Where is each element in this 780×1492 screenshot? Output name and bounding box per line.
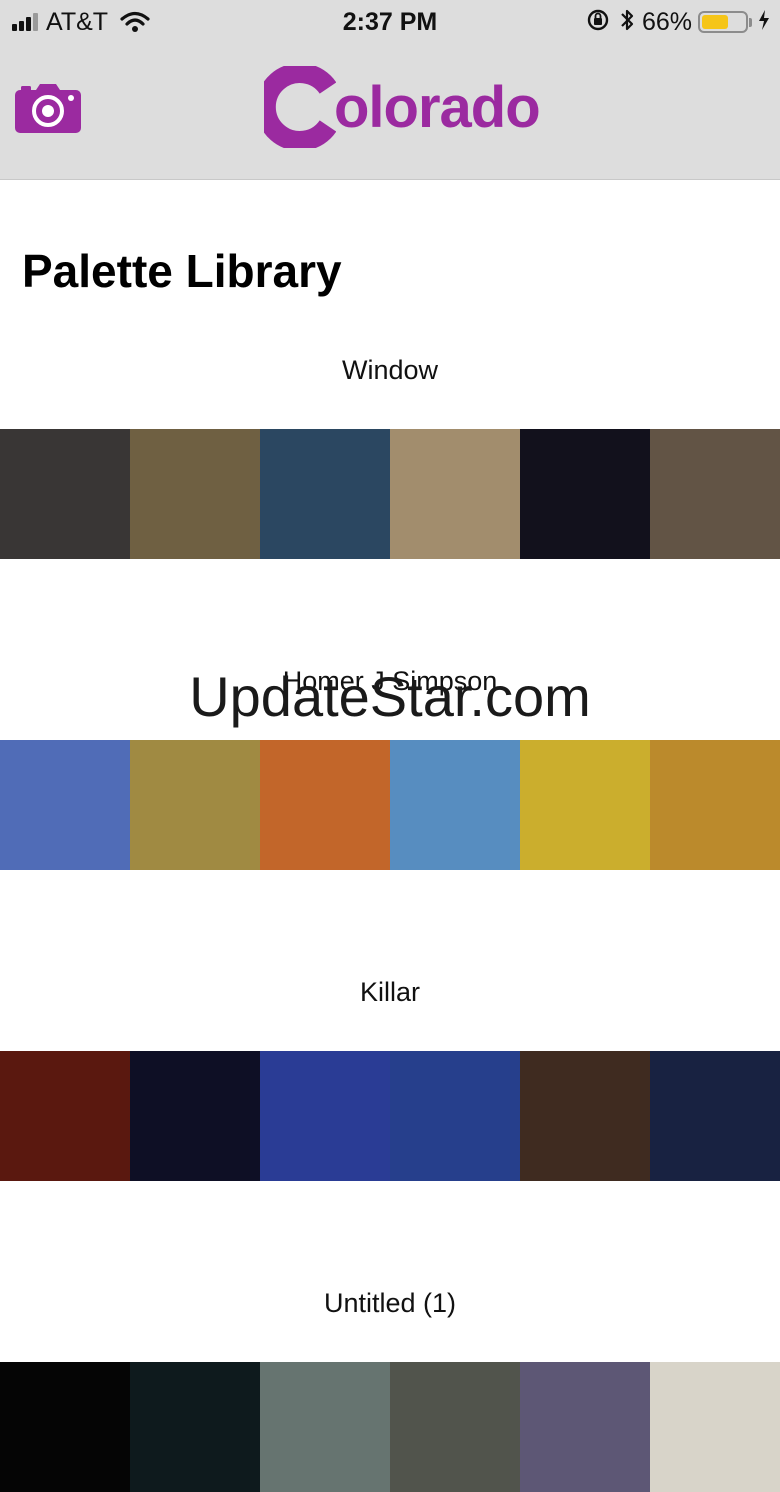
color-swatch[interactable]	[0, 740, 130, 870]
color-swatch[interactable]	[650, 740, 780, 870]
camera-icon	[15, 84, 81, 133]
color-swatch[interactable]	[130, 1362, 260, 1492]
color-swatch[interactable]	[520, 1362, 650, 1492]
color-swatch[interactable]	[130, 1051, 260, 1181]
color-swatch[interactable]	[390, 1051, 520, 1181]
color-swatch[interactable]	[520, 1051, 650, 1181]
color-swatch[interactable]	[130, 429, 260, 559]
camera-button[interactable]	[14, 84, 82, 134]
color-swatch[interactable]	[650, 1362, 780, 1492]
battery-icon	[698, 11, 748, 33]
palette-name[interactable]: Killar	[0, 975, 780, 1009]
palette-name[interactable]: Window	[0, 353, 780, 387]
page-title: Palette Library	[22, 245, 342, 297]
nav-bar: olorado	[0, 44, 780, 180]
logo-c-mark	[264, 66, 336, 148]
color-swatch[interactable]	[260, 740, 390, 870]
color-swatch[interactable]	[260, 1051, 390, 1181]
color-swatch[interactable]	[260, 1362, 390, 1492]
battery-fill	[702, 15, 729, 29]
color-swatch[interactable]	[130, 740, 260, 870]
color-swatch[interactable]	[0, 1362, 130, 1492]
status-bar: AT&T 2:37 PM 66%	[0, 0, 780, 44]
palette-swatch-row[interactable]	[0, 1051, 780, 1181]
color-swatch[interactable]	[650, 1051, 780, 1181]
color-swatch[interactable]	[390, 429, 520, 559]
palette-swatch-row[interactable]	[0, 1362, 780, 1492]
color-swatch[interactable]	[390, 740, 520, 870]
logo-text: olorado	[334, 74, 541, 140]
palette-name[interactable]: Untitled (1)	[0, 1286, 780, 1320]
palette-swatch-row[interactable]	[0, 429, 780, 559]
bluetooth-icon	[620, 8, 634, 37]
color-swatch[interactable]	[0, 429, 130, 559]
battery-cap	[749, 17, 752, 27]
color-swatch[interactable]	[520, 429, 650, 559]
app-logo: olorado	[264, 66, 541, 148]
color-swatch[interactable]	[650, 429, 780, 559]
status-right: 66%	[586, 6, 770, 38]
color-swatch[interactable]	[520, 740, 650, 870]
palette-swatch-row[interactable]	[0, 740, 780, 870]
color-swatch[interactable]	[0, 1051, 130, 1181]
color-swatch[interactable]	[390, 1362, 520, 1492]
charging-icon	[758, 9, 770, 36]
color-swatch[interactable]	[260, 429, 390, 559]
battery-percent: 66%	[641, 7, 692, 36]
palette-name[interactable]: Homer J Simpson	[0, 664, 780, 698]
orientation-lock-icon	[586, 8, 610, 37]
